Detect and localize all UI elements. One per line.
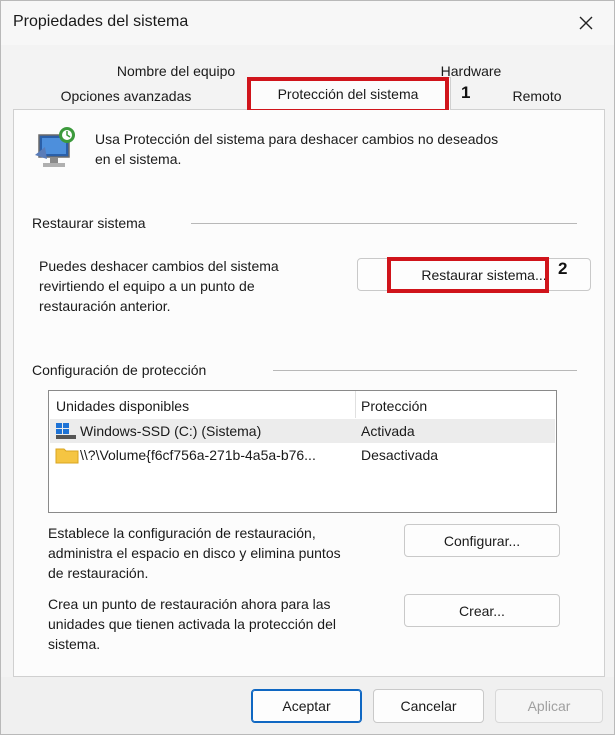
restore-desc-line-1: Puedes deshacer cambios del sistema: [39, 258, 279, 274]
create-desc-line-2: unidades que tienen activada la protecci…: [48, 616, 336, 632]
close-button[interactable]: [574, 11, 598, 35]
column-header-protection[interactable]: Protección: [361, 396, 427, 416]
system-properties-window: Propiedades del sistema Nombre del equip…: [0, 0, 615, 735]
table-row[interactable]: \\?\Volume{f6cf756a-271b-4a5a-b76... Des…: [50, 443, 555, 467]
protection-group-label: Configuración de protección: [32, 362, 207, 378]
annotation-marker-1: 1: [461, 83, 471, 102]
drive-name: Windows-SSD (C:) (Sistema): [80, 423, 262, 439]
column-header-drives[interactable]: Unidades disponibles: [56, 396, 189, 416]
protection-group-line: [273, 370, 577, 371]
configure-button[interactable]: Configurar...: [404, 524, 560, 557]
annotation-marker-2: 2: [558, 259, 568, 278]
column-separator[interactable]: [355, 391, 356, 418]
listview-header: Unidades disponibles Protección: [49, 391, 556, 419]
restore-desc-line-3: restauración anterior.: [39, 298, 171, 314]
highlight-box-1: [247, 77, 449, 113]
system-protection-icon: [35, 127, 75, 167]
highlight-box-2: [387, 257, 549, 293]
tab-advanced-options[interactable]: Opciones avanzadas: [41, 88, 211, 104]
apply-button[interactable]: Aplicar: [495, 689, 603, 723]
table-row[interactable]: Windows-SSD (C:) (Sistema) Activada: [50, 419, 555, 443]
restore-group-line: [191, 223, 577, 224]
tab-remote[interactable]: Remoto: [497, 88, 577, 104]
config-desc-line-3: de restauración.: [48, 565, 149, 581]
intro-line-1: Usa Protección del sistema para deshacer…: [95, 131, 499, 147]
cancel-button[interactable]: Cancelar: [373, 689, 484, 723]
intro-line-2: en el sistema.: [95, 151, 182, 167]
drive-protection-status: Activada: [361, 423, 415, 439]
drives-listview[interactable]: Unidades disponibles Protección Windows-…: [48, 390, 557, 513]
restore-group-label: Restaurar sistema: [32, 215, 146, 231]
create-button[interactable]: Crear...: [404, 594, 560, 627]
windows-drive-icon: [56, 423, 76, 439]
restore-desc-line-2: revirtiendo el equipo a un punto de: [39, 278, 255, 294]
window-title: Propiedades del sistema: [13, 13, 189, 30]
ok-button[interactable]: Aceptar: [251, 689, 362, 723]
drive-protection-status: Desactivada: [361, 447, 439, 463]
config-desc-line-1: Establece la configuración de restauraci…: [48, 525, 316, 541]
create-desc-line-1: Crea un punto de restauración ahora para…: [48, 596, 331, 612]
close-icon: [579, 16, 593, 30]
folder-icon: [55, 448, 79, 464]
config-desc-line-2: administra el espacio en disco y elimina…: [48, 545, 341, 561]
tab-computer-name[interactable]: Nombre del equipo: [101, 63, 251, 79]
create-desc-line-3: sistema.: [48, 636, 101, 652]
drive-name: \\?\Volume{f6cf756a-271b-4a5a-b76...: [80, 447, 316, 463]
title-bar: Propiedades del sistema: [1, 1, 614, 45]
